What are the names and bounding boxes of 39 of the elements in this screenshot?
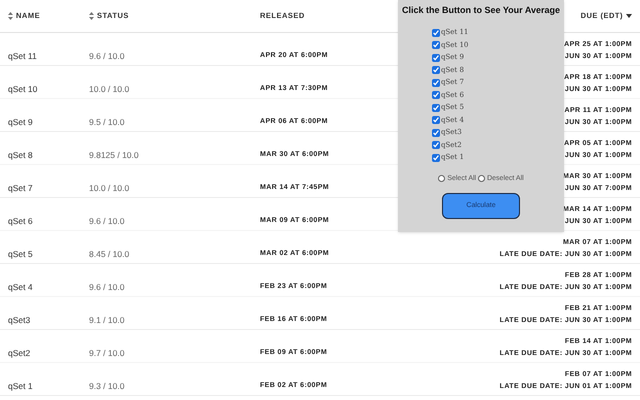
radio-button[interactable] — [438, 175, 446, 182]
checkbox[interactable] — [432, 78, 440, 86]
assignment-name: qSet 9 — [8, 117, 33, 127]
assignment-name: qSet 10 — [8, 84, 38, 94]
score-text: 10.0 / 10.0 — [89, 183, 130, 193]
score-text: 9.3 / 10.0 — [89, 381, 124, 391]
score-text: 9.8125 / 10.0 — [89, 150, 139, 160]
assignment-name: qSet2 — [8, 348, 30, 358]
checkbox[interactable] — [432, 66, 440, 74]
checkbox[interactable] — [432, 91, 440, 99]
popup-title: Click the Button to See Your Average — [402, 4, 560, 17]
score-text: 8.45 / 10.0 — [89, 249, 130, 259]
assignment-name: qSet 7 — [8, 183, 33, 193]
score-text: 9.6 / 10.0 — [89, 51, 124, 61]
assignment-name: qSet 8 — [8, 150, 33, 160]
assignment-name: qSet 5 — [8, 249, 33, 259]
assignment-name: qSet 6 — [8, 216, 33, 226]
checkbox[interactable] — [432, 54, 440, 62]
sort-icon[interactable] — [8, 12, 13, 20]
score-text: 9.5 / 10.0 — [89, 117, 124, 127]
assignment-name: qSet 11 — [8, 51, 37, 61]
checkbox[interactable] — [432, 28, 440, 36]
score-text: 9.1 / 10.0 — [89, 315, 124, 325]
score-text: 9.6 / 10.0 — [89, 282, 124, 292]
sort-icon[interactable] — [89, 12, 94, 20]
checkbox[interactable] — [432, 128, 440, 136]
checkbox[interactable] — [432, 104, 440, 112]
score-text: 9.7 / 10.0 — [89, 348, 124, 358]
checkbox[interactable] — [432, 41, 440, 49]
checkbox[interactable] — [432, 154, 440, 162]
assignment-name: qSet 1 — [8, 381, 33, 391]
radio-button[interactable] — [478, 175, 486, 182]
checkbox[interactable] — [432, 141, 440, 149]
score-text: 10.0 / 10.0 — [89, 84, 130, 94]
assignment-name: qSet 4 — [8, 282, 33, 292]
assignment-name: qSet3 — [8, 315, 30, 325]
caret-icon[interactable] — [626, 14, 632, 18]
checkbox[interactable] — [432, 116, 440, 124]
score-text: 9.6 / 10.0 — [89, 216, 124, 226]
